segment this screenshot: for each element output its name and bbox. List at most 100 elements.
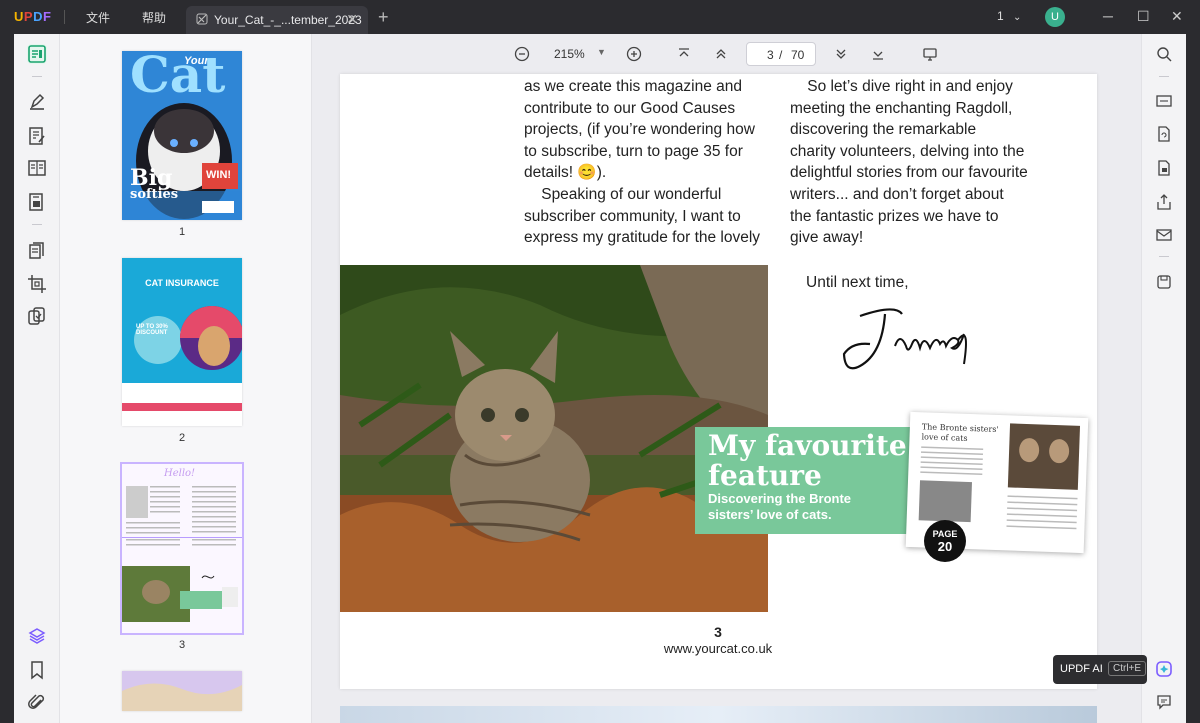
thumbnail-page-4[interactable]: [122, 671, 242, 711]
signoff-text: Until next time,: [806, 274, 909, 291]
close-tab-icon[interactable]: ✕: [346, 11, 358, 28]
convert-icon[interactable]: [1156, 126, 1172, 142]
text-line: meeting the enchanting Ragdoll,: [790, 99, 1013, 117]
last-page-icon[interactable]: [870, 46, 886, 62]
text-column-left: as we create this magazine and contribut…: [524, 76, 774, 249]
organize-pages-icon[interactable]: [27, 241, 47, 261]
protect-icon[interactable]: [1156, 160, 1172, 176]
bookmark-icon[interactable]: [27, 660, 47, 680]
divider: [32, 224, 42, 225]
divider: [1159, 256, 1169, 257]
ocr-icon[interactable]: [1156, 93, 1172, 109]
feature-title-2: feature: [708, 459, 822, 492]
ai-tooltip-shortcut: Ctrl+E: [1108, 661, 1147, 676]
ai-icon[interactable]: [1156, 661, 1172, 677]
close-window-icon[interactable]: ✕: [1171, 8, 1183, 25]
current-page: 3: [767, 48, 774, 62]
thumbnail-page-3[interactable]: Hello!: [120, 462, 244, 635]
comment-icon[interactable]: [1156, 694, 1172, 710]
search-icon[interactable]: [1156, 46, 1172, 62]
text-line: discovering the remarkable: [790, 121, 977, 139]
document-tab[interactable]: Your_Cat_-_...tember_2023 ✕: [186, 6, 368, 34]
chevron-down-icon: ⌄: [1013, 12, 1022, 23]
thumbnail-label: 3: [178, 639, 186, 651]
edit-text-icon[interactable]: [27, 126, 47, 146]
attachment-icon[interactable]: [27, 693, 47, 713]
minimize-icon[interactable]: ─: [1103, 8, 1113, 24]
window-selector[interactable]: 1 ⌄: [997, 9, 1021, 23]
divider: [64, 10, 65, 24]
text-line: details! 😊).: [524, 164, 607, 182]
signature-image: [842, 308, 967, 370]
divider: [32, 76, 42, 77]
page-4-preview: [122, 671, 242, 711]
text-line: express my gratitude for the lovely: [524, 229, 761, 247]
form-icon[interactable]: [27, 158, 47, 178]
text-line: contribute to our Good Causes: [524, 99, 736, 117]
text-column-right: So let’s dive right in and enjoy meeting…: [790, 76, 1050, 249]
badge-line-1: PAGE: [932, 529, 958, 539]
feature-sub-2: sisters’ love of cats.: [708, 507, 832, 522]
page-separator: /: [779, 48, 783, 62]
layers-icon[interactable]: [27, 626, 47, 646]
insurance-offer: UP TO 30% DISCOUNT: [136, 324, 168, 336]
zoom-level[interactable]: 215%: [554, 47, 585, 61]
window-edge-right: [1186, 34, 1200, 723]
document-viewer: 215% ▼ 3 / 70 as we create this magazine…: [312, 34, 1141, 723]
window-edge-left: [0, 34, 14, 723]
ai-tooltip-label: UPDF AI: [1060, 663, 1103, 675]
app-logo: UPDF: [14, 9, 52, 24]
website-url: www.yourcat.co.uk: [663, 641, 773, 656]
thumb3-hello: Hello!: [164, 468, 196, 479]
right-tool-strip: [1141, 34, 1186, 723]
menu-file[interactable]: 文件: [86, 9, 110, 26]
divider: [1159, 76, 1169, 77]
avatar[interactable]: U: [1045, 7, 1065, 27]
zoom-in-icon[interactable]: [626, 46, 642, 62]
text-line: the fantastic prizes we have to: [790, 207, 999, 225]
first-page-icon[interactable]: [676, 46, 692, 62]
zoom-out-icon[interactable]: [514, 46, 530, 62]
text-line: as we create this magazine and: [524, 78, 742, 95]
share-icon[interactable]: [1156, 194, 1172, 210]
thumbnail-page-1[interactable]: Your Cat Big softies WIN!: [122, 51, 242, 220]
presentation-icon[interactable]: [922, 46, 938, 62]
left-tool-strip: [14, 34, 60, 723]
thumbnail-label: 1: [178, 226, 186, 238]
previous-page-icon[interactable]: [713, 46, 729, 62]
cover-win: WIN!: [206, 169, 232, 181]
window-selector-value: 1: [997, 9, 1004, 23]
pdf-page-3: as we create this magazine and contribut…: [340, 74, 1097, 689]
ai-tooltip: UPDF AI Ctrl+E: [1053, 655, 1147, 684]
save-icon[interactable]: [1156, 274, 1172, 290]
title-bar: UPDF 文件 帮助 Your_Cat_-_...tember_2023 ✕ +…: [0, 0, 1200, 34]
fill-sign-icon[interactable]: [27, 192, 47, 212]
reader-icon[interactable]: [27, 44, 47, 64]
pdf-page-4-preview: [340, 706, 1097, 723]
badge-line-2: 20: [937, 539, 953, 554]
insurance-heading: CAT INSURANCE: [145, 278, 219, 288]
text-line: writers... and don’t forget about: [790, 185, 1004, 203]
crop-icon[interactable]: [27, 274, 47, 294]
page-number-input[interactable]: 3 / 70: [746, 42, 816, 66]
highlighter-icon[interactable]: [27, 92, 47, 112]
tab-title: Your_Cat_-_...tember_2023: [214, 13, 362, 27]
page-badge: PAGE 20: [924, 520, 966, 562]
feature-title-1: My favourite: [708, 429, 907, 462]
email-icon[interactable]: [1156, 227, 1172, 243]
text-line: projects, (if you’re wondering how: [524, 121, 755, 139]
zoom-dropdown-icon[interactable]: ▼: [597, 47, 606, 57]
total-pages: 70: [791, 48, 805, 62]
text-line: Speaking of our wonderful: [524, 185, 722, 203]
thumbnail-page-2[interactable]: CAT INSURANCE UP TO 30% DISCOUNT: [122, 258, 242, 426]
maximize-icon[interactable]: ☐: [1137, 8, 1150, 25]
page-number: 3: [714, 624, 722, 640]
compare-icon[interactable]: [27, 306, 47, 326]
next-page-icon[interactable]: [833, 46, 849, 62]
text-line: charity volunteers, delving into the: [790, 142, 1025, 160]
feature-banner: My favourite feature Discovering the Bro…: [695, 427, 925, 534]
menu-help[interactable]: 帮助: [142, 9, 166, 26]
new-tab-button[interactable]: +: [378, 7, 389, 28]
feature-sub-1: Discovering the Bronte: [708, 491, 852, 506]
text-line: delightful stories from our favourite: [790, 164, 1028, 182]
